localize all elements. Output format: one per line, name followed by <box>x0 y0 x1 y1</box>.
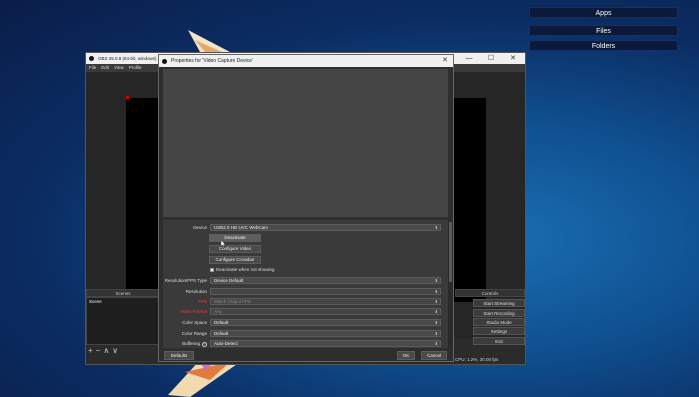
resolution-type-select[interactable]: Device Default ⬍ <box>210 277 441 284</box>
resolution-select[interactable]: ⬍ <box>210 288 441 295</box>
chevron-down-icon: ⬍ <box>434 289 438 294</box>
chevron-down-icon: ⬍ <box>434 341 438 346</box>
source-handle-marker <box>126 96 129 99</box>
chevron-down-icon: ⬍ <box>434 299 438 304</box>
close-icon[interactable]: ✕ <box>442 55 448 67</box>
cancel-button[interactable]: Cancel <box>421 351 447 360</box>
color-range-label: Color Range <box>181 331 207 336</box>
color-range-value: Default <box>214 331 229 336</box>
fps-label: FPS <box>198 299 207 304</box>
menu-view[interactable]: View <box>114 64 124 72</box>
video-format-row: Video Format Any ⬍ <box>163 308 448 316</box>
chevron-down-icon: ⬍ <box>434 320 438 325</box>
dialog-title: Properties for 'Video Capture Device' <box>171 58 253 64</box>
apps-button[interactable]: Apps <box>529 7 678 18</box>
properties-panel: Device USB2.0 HD UVC WebCam ⬍ Deactivate… <box>163 220 448 348</box>
device-select[interactable]: USB2.0 HD UVC WebCam ⬍ <box>210 224 441 231</box>
color-range-row: Color Range Default ⬍ <box>163 330 448 338</box>
deactivate-when-hidden-checkbox[interactable]: Deactivate when not showing <box>210 266 275 273</box>
start-recording-button[interactable]: Start Recording <box>473 309 525 317</box>
source-preview <box>163 69 448 217</box>
video-format-value: Any <box>214 309 222 314</box>
controls-dock-header: Controls <box>455 289 525 297</box>
properties-scrollbar[interactable] <box>448 220 453 348</box>
buffering-label: Buffering <box>182 341 200 346</box>
menu-profile[interactable]: Profile <box>129 64 142 72</box>
color-space-select[interactable]: Default ⬍ <box>210 319 441 326</box>
color-range-select[interactable]: Default ⬍ <box>210 330 441 337</box>
deactivate-button[interactable]: Deactivate <box>209 234 261 242</box>
video-format-select[interactable]: Any ⬍ <box>210 308 441 315</box>
chevron-down-icon: ⬍ <box>434 309 438 314</box>
status-bar-text: CPU: 1.2%, 30.00 fps <box>455 357 499 362</box>
fps-row: FPS Match Output FPS ⬍ <box>163 298 448 306</box>
dialog-titlebar: Properties for 'Video Capture Device' ✕ <box>159 55 453 67</box>
ok-button[interactable]: OK <box>397 351 415 360</box>
color-space-value: Default <box>214 320 229 325</box>
chevron-down-icon: ⬍ <box>434 278 438 283</box>
settings-button[interactable]: Settings <box>473 327 525 335</box>
buffering-select[interactable]: Auto-Detect ⬍ <box>210 340 441 347</box>
device-select-value: USB2.0 HD UVC WebCam <box>214 225 268 230</box>
files-button[interactable]: Files <box>529 25 678 36</box>
resolution-type-row: Resolution/FPS Type Device Default ⬍ <box>163 277 448 285</box>
chevron-down-icon: ⬍ <box>434 331 438 336</box>
checkbox-icon <box>210 267 214 272</box>
resolution-type-label: Resolution/FPS Type <box>164 278 207 283</box>
buffering-value: Auto-Detect <box>214 341 238 346</box>
menu-file[interactable]: File <box>89 64 96 72</box>
fps-value: Match Output FPS <box>214 299 252 304</box>
configure-video-button[interactable]: Configure Video <box>209 245 261 253</box>
device-row: Device USB2.0 HD UVC WebCam ⬍ <box>163 224 448 232</box>
folders-button[interactable]: Folders <box>529 40 678 51</box>
device-label: Device <box>193 225 207 230</box>
scenes-dock-header: Scenes <box>86 289 160 297</box>
scene-toolbar: + − ∧ ∨ <box>88 346 118 355</box>
resolution-row: Resolution ⬍ <box>163 288 448 296</box>
defaults-button[interactable]: Defaults <box>164 351 194 360</box>
scenes-list: Scene <box>86 297 160 345</box>
move-down-icon[interactable]: ∨ <box>112 346 118 355</box>
move-up-icon[interactable]: ∧ <box>103 346 109 355</box>
color-space-row: Color Space Default ⬍ <box>163 319 448 327</box>
maximize-icon[interactable]: ☐ <box>481 53 501 64</box>
mouse-cursor-icon <box>221 240 226 248</box>
menu-edit[interactable]: Edit <box>101 64 109 72</box>
add-scene-icon[interactable]: + <box>88 346 93 355</box>
start-streaming-button[interactable]: Start Streaming <box>473 299 525 307</box>
obs-window-title: OBS 25.0.8 (64-bit, windows) <box>98 56 157 61</box>
close-icon[interactable]: ✕ <box>503 53 523 64</box>
remove-scene-icon[interactable]: − <box>96 346 101 355</box>
exit-button[interactable]: Exit <box>473 337 525 345</box>
resolution-type-value: Device Default <box>214 278 244 283</box>
chevron-down-icon: ⬍ <box>434 225 438 230</box>
configure-crossbar-button[interactable]: Configure Crossbar <box>209 256 261 264</box>
buffering-row: Buffering? Auto-Detect ⬍ <box>163 340 448 348</box>
obs-logo-icon <box>89 56 94 61</box>
checkbox-label: Deactivate when not showing <box>216 267 275 272</box>
fps-select[interactable]: Match Output FPS ⬍ <box>210 298 441 305</box>
minimize-icon[interactable]: — <box>459 53 479 64</box>
buffering-label-wrap: Buffering? <box>163 340 207 348</box>
video-format-label: Video Format <box>180 309 207 314</box>
help-icon[interactable]: ? <box>202 342 207 347</box>
scrollbar-thumb[interactable] <box>449 222 452 282</box>
obs-logo-icon <box>162 58 167 64</box>
properties-dialog: Properties for 'Video Capture Device' ✕ … <box>158 54 454 362</box>
color-space-label: Color Space <box>182 320 207 325</box>
studio-mode-button[interactable]: Studio Mode <box>473 318 525 326</box>
resolution-label: Resolution <box>185 289 207 294</box>
scene-item[interactable]: Scene <box>87 298 159 305</box>
